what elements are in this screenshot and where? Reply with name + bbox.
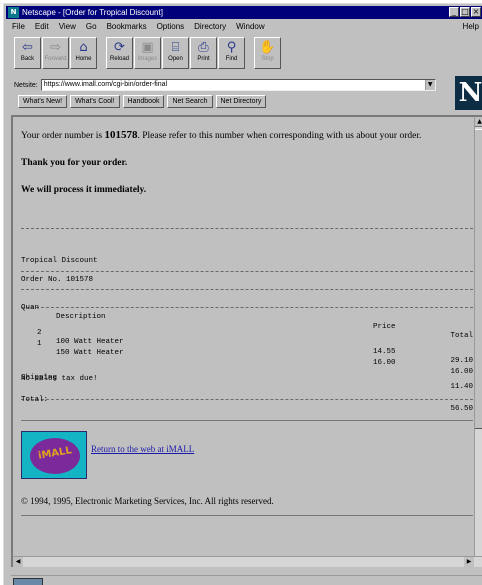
back-button[interactable]: ⇦ Back <box>14 37 41 69</box>
stop-button[interactable]: ✋ Stop <box>254 37 281 69</box>
shipping-row: Shipping 11.40 <box>21 364 473 392</box>
menu-options[interactable]: Options <box>151 21 189 33</box>
find-icon: ⚲ <box>226 40 237 55</box>
find-button[interactable]: ⚲ Find <box>218 37 245 69</box>
scroll-left-icon[interactable]: ◀ <box>13 557 23 567</box>
whats-new-button[interactable]: What's New! <box>18 95 68 108</box>
scroll-right-icon[interactable]: ▶ <box>464 557 474 567</box>
stop-icon: ✋ <box>259 40 276 55</box>
handbook-button[interactable]: Handbook <box>122 95 165 108</box>
divider <box>21 420 473 421</box>
images-button[interactable]: ▣ Images <box>134 37 161 69</box>
copyright-text: © 1994, 1995, Electronic Marketing Servi… <box>21 496 274 506</box>
divider <box>21 307 473 308</box>
home-icon: ⌂ <box>79 40 88 55</box>
order-number-line: Order No. 101578 <box>21 275 94 284</box>
location-label: Netsite: <box>14 81 38 89</box>
back-label: Back <box>20 56 35 62</box>
home-label: Home <box>75 56 92 62</box>
location-input[interactable]: https://www.imall.com/cgi-bin/order-fina… <box>40 79 436 91</box>
net-directory-button[interactable]: Net Directory <box>215 95 267 108</box>
window-title: Netscape - [Order for Tropical Discount] <box>22 8 163 17</box>
divider <box>21 270 473 272</box>
reload-icon: ⟳ <box>114 40 125 55</box>
table-row: 2 100 Watt Heater 14.55 29.10 <box>21 319 473 366</box>
find-label: Find <box>225 56 238 62</box>
order-intro: Your order number is <box>21 131 105 141</box>
minimize-button[interactable]: _ <box>449 7 459 17</box>
order-number: 101578 <box>104 129 138 141</box>
menu-edit[interactable]: Edit <box>29 21 53 33</box>
table-header: Quan Description Price Total <box>21 294 473 341</box>
imall-logo[interactable]: iMALL <box>21 431 87 479</box>
netscape-app-icon[interactable]: N <box>8 7 19 18</box>
status-bar <box>11 575 482 585</box>
browser-window: N Netscape - [Order for Tropical Discoun… <box>3 3 482 585</box>
divider <box>21 228 473 229</box>
close-button[interactable]: × <box>471 7 481 17</box>
item-price: 14.55 <box>373 347 396 356</box>
title-bar[interactable]: N Netscape - [Order for Tropical Discoun… <box>6 6 482 19</box>
total-label: Total: <box>21 395 49 404</box>
scroll-thumb[interactable] <box>475 129 482 429</box>
total-value: 56.50 <box>450 405 473 413</box>
back-arrow-icon: ⇦ <box>22 40 33 55</box>
location-bar: Netsite: https://www.imall.com/cgi-bin/o… <box>14 78 436 92</box>
total-row: Total: 56.50 <box>21 386 473 414</box>
divider <box>21 515 473 516</box>
thank-you-text: Thank you for your order. <box>21 158 128 168</box>
return-link[interactable]: Return to the web at iMALL <box>91 443 194 455</box>
horizontal-scrollbar[interactable]: ◀ ▶ <box>13 556 482 567</box>
open-icon: ⌸ <box>171 40 180 55</box>
open-button[interactable]: ⌸ Open <box>162 37 189 69</box>
menu-help[interactable]: Help <box>463 21 479 33</box>
reload-label: Reload <box>109 56 129 62</box>
whats-cool-button[interactable]: What's Cool! <box>70 95 120 108</box>
print-button[interactable]: ⎙ Print <box>190 37 217 69</box>
net-search-button[interactable]: Net Search <box>167 95 213 108</box>
vertical-scrollbar[interactable]: ▲ <box>474 117 482 557</box>
table-row: 1 150 Watt Heater 16.00 16.00 <box>21 330 473 377</box>
menu-go[interactable]: Go <box>80 21 101 33</box>
forward-button[interactable]: ⇨ Forward <box>42 37 69 69</box>
menu-bar: File Edit View Go Bookmarks Options Dire… <box>6 21 482 33</box>
menu-directory[interactable]: Directory <box>188 21 230 33</box>
location-url[interactable]: https://www.imall.com/cgi-bin/order-fina… <box>44 81 167 88</box>
print-label: Print <box>197 56 210 62</box>
merchant-name: Tropical Discount <box>21 257 98 265</box>
security-key-icon <box>13 578 43 585</box>
directory-buttons: What's New! What's Cool! Handbook Net Se… <box>18 95 269 109</box>
open-label: Open <box>168 56 183 62</box>
order-outro: . Please refer to this number when corre… <box>137 131 422 141</box>
page-content[interactable]: Your order number is 101578. Please refe… <box>11 115 482 567</box>
print-icon: ⎙ <box>198 40 209 55</box>
menu-view[interactable]: View <box>53 21 80 33</box>
dropdown-arrow-icon[interactable]: ▼ <box>424 80 435 90</box>
item-quan: 1 <box>37 339 42 348</box>
divider <box>21 399 473 400</box>
home-button[interactable]: ⌂ Home <box>70 37 97 69</box>
scroll-up-icon[interactable]: ▲ <box>475 117 482 127</box>
menu-window[interactable]: Window <box>230 21 268 33</box>
toolbar: ⇦ Back ⇨ Forward ⌂ Home ⟳ Reload ▣ Image… <box>14 37 282 71</box>
netscape-logo[interactable]: N <box>455 76 482 110</box>
forward-arrow-icon: ⇨ <box>50 40 61 55</box>
order-confirmation-text: Your order number is 101578. Please refe… <box>21 129 451 142</box>
tax-note: No sales tax due! <box>21 375 98 383</box>
process-text: We will process it immediately. <box>21 185 147 195</box>
stop-label: Stop <box>261 56 274 62</box>
reload-button[interactable]: ⟳ Reload <box>106 37 133 69</box>
divider <box>21 289 473 290</box>
header-quan: Quan <box>21 303 40 312</box>
forward-label: Forward <box>44 56 67 62</box>
maximize-button[interactable]: □ <box>460 7 470 17</box>
images-label: Images <box>137 56 158 62</box>
return-section: iMALL Return to the web at iMALL <box>21 431 473 481</box>
item-description: 150 Watt Heater <box>56 349 124 357</box>
menu-bookmarks[interactable]: Bookmarks <box>101 21 151 33</box>
menu-file[interactable]: File <box>6 21 29 33</box>
images-icon: ▣ <box>141 40 154 55</box>
